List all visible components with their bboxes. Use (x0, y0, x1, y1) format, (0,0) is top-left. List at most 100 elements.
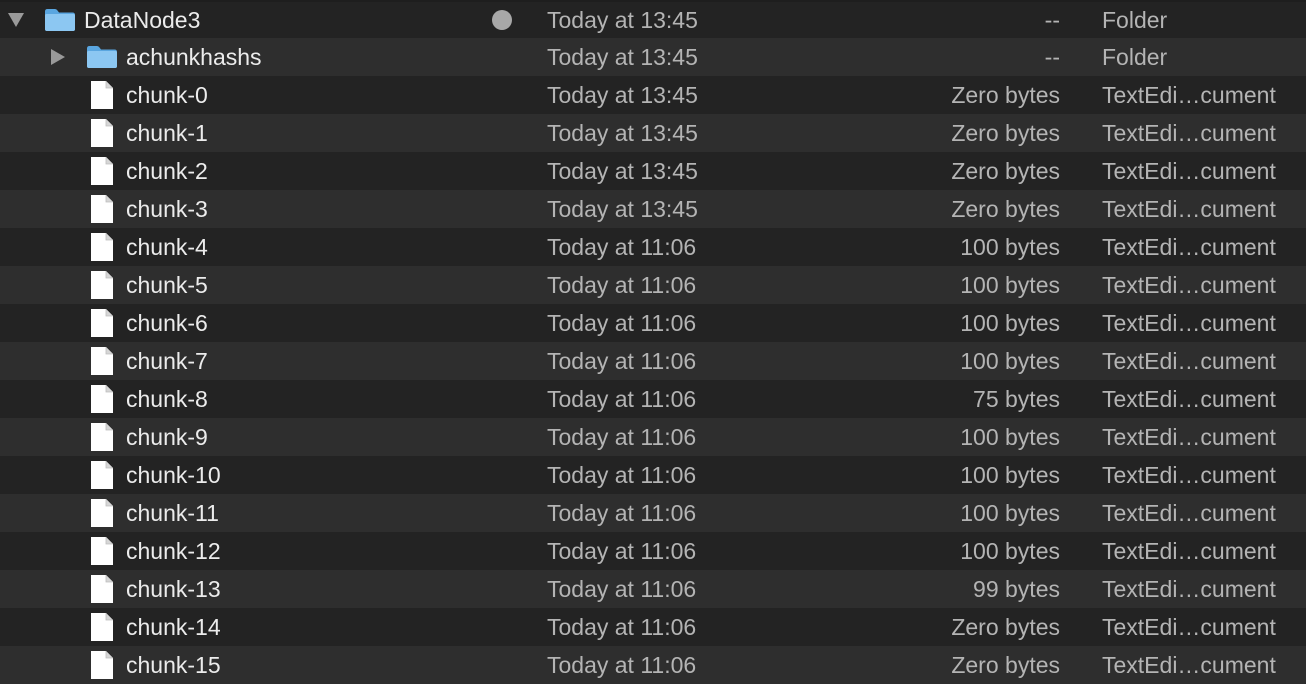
folder-icon (86, 38, 118, 76)
date-modified: Today at 11:06 (547, 462, 697, 488)
document-icon (90, 266, 114, 304)
file-kind: TextEdi…cument (1102, 310, 1276, 336)
file-row[interactable]: chunk-9 Today at 11:06 100 bytes TextEdi…cu… (0, 418, 1306, 456)
document-icon (90, 608, 114, 646)
file-row[interactable]: chunk-5 Today at 11:06 100 bytes TextEdi…cu… (0, 266, 1306, 304)
file-kind: TextEdi…cument (1102, 196, 1276, 222)
disclosure-triangle-collapsed-icon[interactable] (48, 38, 68, 76)
document-icon (90, 304, 114, 342)
folder-icon (44, 2, 76, 38)
file-kind: TextEdi…cument (1102, 576, 1276, 602)
document-icon (90, 190, 114, 228)
file-size: -- (1044, 44, 1060, 70)
date-modified: Today at 11:06 (547, 500, 697, 526)
document-icon (90, 494, 114, 532)
file-kind: TextEdi…cument (1102, 234, 1276, 260)
item-name: chunk-11 (126, 500, 219, 526)
file-kind: TextEdi…cument (1102, 614, 1276, 640)
item-name: chunk-12 (126, 538, 221, 564)
file-row[interactable]: chunk-0 Today at 13:45 Zero bytes TextEdi…c… (0, 76, 1306, 114)
file-size: 100 bytes (960, 310, 1060, 336)
file-kind: TextEdi…cument (1102, 386, 1276, 412)
item-name: chunk-4 (126, 234, 208, 260)
document-icon (90, 646, 114, 684)
file-kind: Folder (1102, 7, 1168, 33)
item-name: chunk-5 (126, 272, 208, 298)
file-size: 100 bytes (960, 348, 1060, 374)
file-row[interactable]: chunk-15 Today at 11:06 Zero bytes TextEdi…… (0, 646, 1306, 684)
date-modified: Today at 13:45 (547, 196, 698, 222)
date-modified: Today at 11:06 (547, 576, 697, 602)
file-size: -- (1044, 7, 1060, 33)
file-row[interactable]: chunk-12 Today at 11:06 100 bytes TextEdi…c… (0, 532, 1306, 570)
document-icon (90, 456, 114, 494)
date-modified: Today at 13:45 (547, 82, 698, 108)
file-size: Zero bytes (951, 652, 1060, 678)
file-row[interactable]: chunk-8 Today at 11:06 75 bytes TextEdi…cum… (0, 380, 1306, 418)
file-row[interactable]: chunk-14 Today at 11:06 Zero bytes TextEdi…… (0, 608, 1306, 646)
item-name: chunk-7 (126, 348, 208, 374)
file-kind: Folder (1102, 44, 1168, 70)
date-modified: Today at 11:06 (547, 234, 697, 260)
date-modified: Today at 13:45 (547, 7, 698, 33)
document-icon (90, 228, 114, 266)
file-size: 99 bytes (973, 576, 1060, 602)
file-kind: TextEdi…cument (1102, 272, 1276, 298)
item-name: chunk-15 (126, 652, 221, 678)
file-kind: TextEdi…cument (1102, 348, 1276, 374)
item-name: achunkhashs (126, 44, 262, 70)
date-modified: Today at 11:06 (547, 424, 697, 450)
file-size: 100 bytes (960, 272, 1060, 298)
disclosure-triangle-expanded-icon[interactable] (6, 2, 26, 38)
file-size: Zero bytes (951, 196, 1060, 222)
file-kind: TextEdi…cument (1102, 538, 1276, 564)
file-kind: TextEdi…cument (1102, 500, 1276, 526)
file-row[interactable]: chunk-7 Today at 11:06 100 bytes TextEdi…cu… (0, 342, 1306, 380)
item-name: chunk-3 (126, 196, 208, 222)
file-kind: TextEdi…cument (1102, 462, 1276, 488)
document-icon (90, 418, 114, 456)
file-size: 100 bytes (960, 538, 1060, 564)
document-icon (90, 114, 114, 152)
item-name: chunk-9 (126, 424, 208, 450)
file-row[interactable]: chunk-2 Today at 13:45 Zero bytes TextEdi…c… (0, 152, 1306, 190)
file-size: Zero bytes (951, 82, 1060, 108)
folder-row[interactable]: DataNode3 Today at 13:45 -- Folder (0, 2, 1306, 38)
file-size: 100 bytes (960, 424, 1060, 450)
item-name: DataNode3 (84, 7, 201, 33)
file-size: 100 bytes (960, 500, 1060, 526)
date-modified: Today at 11:06 (547, 652, 697, 678)
date-modified: Today at 11:06 (547, 348, 697, 374)
folder-row[interactable]: achunkhashs Today at 13:45 -- Folder (0, 38, 1306, 76)
item-name: chunk-13 (126, 576, 221, 602)
file-kind: TextEdi…cument (1102, 82, 1276, 108)
file-row[interactable]: chunk-10 Today at 11:06 100 bytes TextEdi…c… (0, 456, 1306, 494)
item-name: chunk-0 (126, 82, 208, 108)
document-icon (90, 532, 114, 570)
file-size: 75 bytes (973, 386, 1060, 412)
file-row[interactable]: chunk-3 Today at 13:45 Zero bytes TextEdi…c… (0, 190, 1306, 228)
file-size: Zero bytes (951, 120, 1060, 146)
file-kind: TextEdi…cument (1102, 652, 1276, 678)
item-name: chunk-6 (126, 310, 208, 336)
file-row[interactable]: chunk-13 Today at 11:06 99 bytes TextEdi…cu… (0, 570, 1306, 608)
item-name: chunk-1 (126, 120, 208, 146)
file-row[interactable]: chunk-4 Today at 11:06 100 bytes TextEdi…cu… (0, 228, 1306, 266)
date-modified: Today at 13:45 (547, 120, 698, 146)
file-row[interactable]: chunk-6 Today at 11:06 100 bytes TextEdi…cu… (0, 304, 1306, 342)
file-kind: TextEdi…cument (1102, 424, 1276, 450)
item-name: chunk-14 (126, 614, 221, 640)
file-size: 100 bytes (960, 234, 1060, 260)
document-icon (90, 76, 114, 114)
date-modified: Today at 13:45 (547, 158, 698, 184)
document-icon (90, 570, 114, 608)
file-row[interactable]: chunk-1 Today at 13:45 Zero bytes TextEdi…c… (0, 114, 1306, 152)
item-name: chunk-10 (126, 462, 221, 488)
file-row[interactable]: chunk-11 Today at 11:06 100 bytes TextEdi…c… (0, 494, 1306, 532)
item-name: chunk-8 (126, 386, 208, 412)
gray-tag-icon (492, 10, 512, 30)
file-size: Zero bytes (951, 158, 1060, 184)
document-icon (90, 342, 114, 380)
file-size: Zero bytes (951, 614, 1060, 640)
date-modified: Today at 11:06 (547, 386, 697, 412)
